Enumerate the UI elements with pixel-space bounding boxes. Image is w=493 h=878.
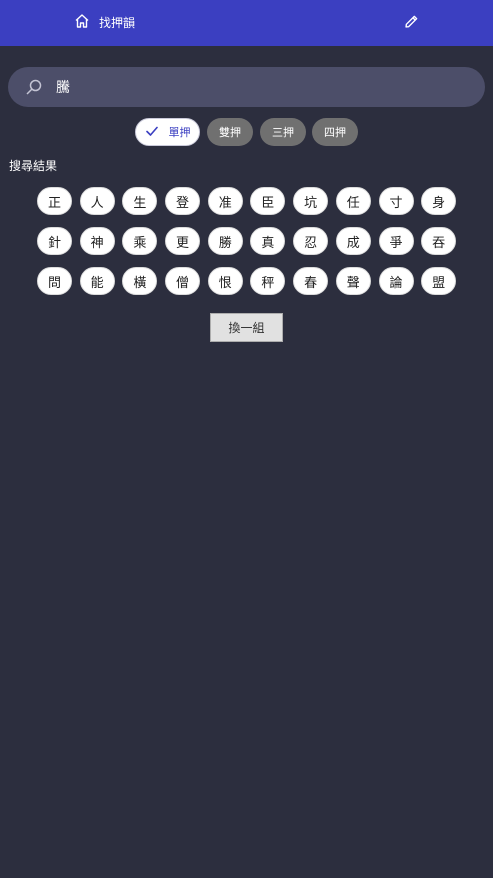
results-grid: 正 人 生 登 准 臣 坑 任 寸 身 針 神 乘 更 勝 真 忍 成 爭 吞 … [37,187,457,307]
rhyme-word[interactable]: 盟 [421,267,457,295]
rhyme-word[interactable]: 忍 [293,227,329,255]
search-input[interactable] [56,67,456,107]
chip-double-rhyme[interactable]: 雙押 [207,118,253,146]
rhyme-word[interactable]: 准 [207,187,243,215]
rhyme-word[interactable]: 臣 [250,187,286,215]
rhyme-word[interactable]: 乘 [122,227,158,255]
rhyme-word[interactable]: 身 [421,187,457,215]
rhyme-word[interactable]: 神 [79,227,115,255]
rhyme-word[interactable]: 爭 [378,227,414,255]
rhyme-word[interactable]: 秤 [250,267,286,295]
chip-label: 雙押 [219,126,241,139]
rhyme-word[interactable]: 針 [37,227,72,255]
rhyme-word[interactable]: 正 [37,187,72,215]
rhyme-word[interactable]: 登 [165,187,201,215]
home-button[interactable]: 找押韻 [74,13,135,33]
rhyme-word[interactable]: 吞 [421,227,457,255]
refresh-button[interactable]: 換一組 [210,313,283,342]
home-icon [74,13,90,33]
rhyme-word[interactable]: 僧 [165,267,201,295]
results-heading: 搜尋結果 [9,159,58,173]
rhyme-word[interactable]: 更 [165,227,201,255]
rhyme-word[interactable]: 能 [79,267,115,295]
rhyme-word[interactable]: 論 [378,267,414,295]
results-row: 正 人 生 登 准 臣 坑 任 寸 身 [37,187,457,215]
chip-label: 三押 [272,126,294,139]
pencil-icon [404,14,419,33]
rhyme-word[interactable]: 成 [335,227,371,255]
rhyme-word[interactable]: 坑 [293,187,329,215]
search-bar [8,67,485,107]
rhyme-word[interactable]: 恨 [207,267,243,295]
rhyme-word[interactable]: 生 [122,187,158,215]
rhyme-word[interactable]: 橫 [122,267,158,295]
results-row: 問 能 橫 僧 恨 秤 春 聲 論 盟 [37,267,457,295]
chip-triple-rhyme[interactable]: 三押 [260,118,306,146]
app-bar: 找押韻 [0,0,493,46]
checkmark-icon [145,124,169,141]
rhyme-word[interactable]: 問 [37,267,72,295]
chip-label: 四押 [324,126,346,139]
rhyme-word[interactable]: 真 [250,227,286,255]
rhyme-word[interactable]: 人 [79,187,115,215]
rhyme-word[interactable]: 勝 [207,227,243,255]
rhyme-word[interactable]: 任 [335,187,371,215]
chip-label: 單押 [168,126,191,139]
rhyme-word[interactable]: 寸 [378,187,414,215]
chip-single-rhyme[interactable]: 單押 [135,118,200,146]
rhyme-word[interactable]: 春 [293,267,329,295]
app-title: 找押韻 [99,16,136,30]
rhyme-type-filters: 單押 雙押 三押 四押 [0,118,493,146]
edit-button[interactable] [401,13,421,33]
results-row: 針 神 乘 更 勝 真 忍 成 爭 吞 [37,227,457,255]
rhyme-word[interactable]: 聲 [335,267,371,295]
chip-quadruple-rhyme[interactable]: 四押 [312,118,358,146]
